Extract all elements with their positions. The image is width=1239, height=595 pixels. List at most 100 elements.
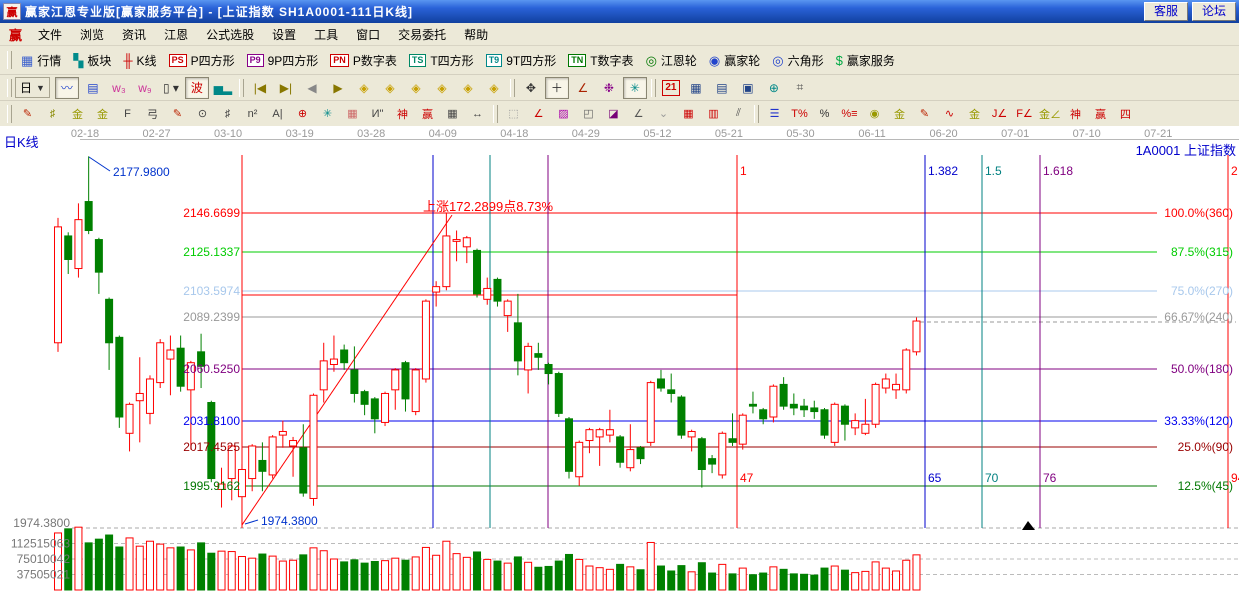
toolbar-button-hexagon[interactable]: ◎六角形 <box>766 50 829 71</box>
histogram-tool[interactable]: ▅▂ <box>211 77 235 99</box>
toolbar-button-gann-wheel[interactable]: ◎江恩轮 <box>640 50 703 71</box>
wave-9[interactable]: w₉ <box>133 77 157 99</box>
draw-gold-grid-1[interactable]: 金 <box>66 104 89 124</box>
toolbar-button-p-square[interactable]: PSP四方形 <box>163 50 241 71</box>
crosshair-tool[interactable]: ＋ <box>545 77 569 99</box>
network-time[interactable]: ⊕ <box>762 77 786 99</box>
notepad[interactable]: ▤ <box>710 77 734 99</box>
draw-corner-box[interactable]: ◰ <box>577 104 600 124</box>
menu-item-window[interactable]: 窗口 <box>347 24 389 45</box>
compress-all[interactable]: ◈ <box>456 77 480 99</box>
tool-j-angle[interactable]: J∠ <box>988 104 1011 124</box>
wave-tool[interactable]: 波 <box>185 77 209 99</box>
system[interactable]: ⌗ <box>788 77 812 99</box>
tool-list[interactable]: ☰ <box>763 104 786 124</box>
wave-3[interactable]: w₃ <box>107 77 131 99</box>
tool-four-angle[interactable]: 四 <box>1114 104 1137 124</box>
angle-measure-tool[interactable]: ∠ <box>571 77 595 99</box>
draw-grid-box[interactable]: ▦ <box>341 104 364 124</box>
calculator[interactable]: ▦ <box>684 77 708 99</box>
customer-service-button[interactable]: 客服 <box>1144 2 1188 21</box>
draw-ticks-2[interactable]: ♯ <box>216 104 239 124</box>
toolbar-button-quotes[interactable]: ▦行情 <box>15 50 67 71</box>
kline-chart-canvas[interactable]: 02-1802-2703-1003-1903-2804-0904-1804-29… <box>0 126 1239 595</box>
draw-grid-ticks[interactable]: ♯ <box>41 104 64 124</box>
draw-f-lines[interactable]: F <box>116 104 139 124</box>
menu-item-gann[interactable]: 江恩 <box>155 24 197 45</box>
draw-circle-cross[interactable]: ⊕ <box>291 104 314 124</box>
menu-item-tools[interactable]: 工具 <box>305 24 347 45</box>
draw-h-arrows[interactable]: ↔ <box>466 104 489 124</box>
forum-button[interactable]: 论坛 <box>1192 2 1236 21</box>
draw-parallel[interactable]: ⫽ <box>727 104 750 124</box>
save[interactable]: ▣ <box>736 77 760 99</box>
tool-ying-angle[interactable]: 赢 <box>1089 104 1112 124</box>
draw-gold-grid-2[interactable]: 金 <box>91 104 114 124</box>
grape-tool[interactable]: ❉ <box>597 77 621 99</box>
shift-left[interactable]: ◈ <box>352 77 376 99</box>
menu-item-trade-entrust[interactable]: 交易委托 <box>389 24 455 45</box>
tool-gold-angle[interactable]: 金 <box>963 104 986 124</box>
toolbar-button-winner-service[interactable]: $赢家服务 <box>830 50 901 71</box>
draw-n-quote[interactable]: И" <box>366 104 389 124</box>
draw-rect-box[interactable]: ⬚ <box>502 104 525 124</box>
tool-gold-line[interactable]: 金 <box>888 104 911 124</box>
draw-angle-2[interactable]: ∠ <box>627 104 650 124</box>
toolbar-button-t-square[interactable]: TST四方形 <box>403 50 480 71</box>
expand-horizontal[interactable]: ◈ <box>404 77 428 99</box>
draw-bow-lines[interactable]: 弓 <box>141 104 164 124</box>
toolbar-button-winner-wheel[interactable]: ◉赢家轮 <box>703 50 766 71</box>
candle-style[interactable]: ▯ ▾ <box>159 77 183 99</box>
info-panel[interactable]: ▤ <box>81 77 105 99</box>
expand-all[interactable]: ◈ <box>482 77 506 99</box>
tool-shen-angle[interactable]: 神 <box>1064 104 1087 124</box>
draw-knife[interactable]: ✎ <box>16 104 39 124</box>
tool-pct-drop[interactable]: T% <box>788 104 811 124</box>
draw-n-squared[interactable]: n² <box>241 104 264 124</box>
draw-ray-fan[interactable]: ∠ <box>527 104 550 124</box>
draw-ying[interactable]: 赢 <box>416 104 439 124</box>
calendar[interactable]: 21 <box>662 80 680 96</box>
menu-item-browse[interactable]: 浏览 <box>71 24 113 45</box>
chart-wave-mode[interactable]: 〰 <box>55 77 79 99</box>
draw-red-grid-1[interactable]: ▦ <box>677 104 700 124</box>
toolbar-button-sectors[interactable]: ▚板块 <box>67 50 117 71</box>
draw-fill-box[interactable]: ◪ <box>602 104 625 124</box>
draw-a-fold[interactable]: A| <box>266 104 289 124</box>
draw-snowflake[interactable]: ✳ <box>316 104 339 124</box>
draw-hatch-box[interactable]: ▨ <box>552 104 575 124</box>
draw-zigzag[interactable]: ⌄ <box>652 104 675 124</box>
toolbar-button-t-number-table[interactable]: TNT数字表 <box>562 50 639 71</box>
prev-bar[interactable]: ◀ <box>300 77 324 99</box>
draw-shen[interactable]: 神 <box>391 104 414 124</box>
kline-chart-area[interactable]: 02-1802-2703-1003-1903-2804-0904-1804-29… <box>0 126 1239 595</box>
shift-right[interactable]: ◈ <box>378 77 402 99</box>
first-page[interactable]: |◀ <box>248 77 272 99</box>
tool-percent[interactable]: % <box>813 104 836 124</box>
tool-gold-angle-2[interactable]: 金∠ <box>1038 104 1062 124</box>
next-bar[interactable]: ▶ <box>326 77 350 99</box>
menu-item-news[interactable]: 资讯 <box>113 24 155 45</box>
tool-gold-circle[interactable]: ◉ <box>863 104 886 124</box>
tool-f-angle[interactable]: F∠ <box>1013 104 1036 124</box>
draw-red-grid-2[interactable]: ▥ <box>702 104 725 124</box>
menu-item-help[interactable]: 帮助 <box>455 24 497 45</box>
toolbar-button-p-number-table[interactable]: PNP数字表 <box>324 50 403 71</box>
last-page[interactable]: ▶| <box>274 77 298 99</box>
draw-cycle-clock[interactable]: ⊙ <box>191 104 214 124</box>
menu-item-settings[interactable]: 设置 <box>263 24 305 45</box>
smart-tool[interactable]: ✳ <box>623 77 647 99</box>
draw-knife-2[interactable]: ✎ <box>166 104 189 124</box>
draw-dense-grid[interactable]: ▦ <box>441 104 464 124</box>
toolbar-button-kline[interactable]: ╫K线 <box>117 50 162 71</box>
tool-waves[interactable]: ∿ <box>938 104 961 124</box>
toolbar-button-9t-square[interactable]: T99T四方形 <box>480 50 563 71</box>
tool-pct-line[interactable]: %≡ <box>838 104 861 124</box>
menu-item-formula-stock-pick[interactable]: 公式选股 <box>197 24 263 45</box>
menu-item-file[interactable]: 文件 <box>29 24 71 45</box>
tool-pen[interactable]: ✎ <box>913 104 936 124</box>
toolbar-button-9p-square[interactable]: P99P四方形 <box>241 50 325 71</box>
period-selector[interactable]: 日▼ <box>15 77 50 98</box>
pan-tool[interactable]: ✥ <box>519 77 543 99</box>
compress-horizontal[interactable]: ◈ <box>430 77 454 99</box>
